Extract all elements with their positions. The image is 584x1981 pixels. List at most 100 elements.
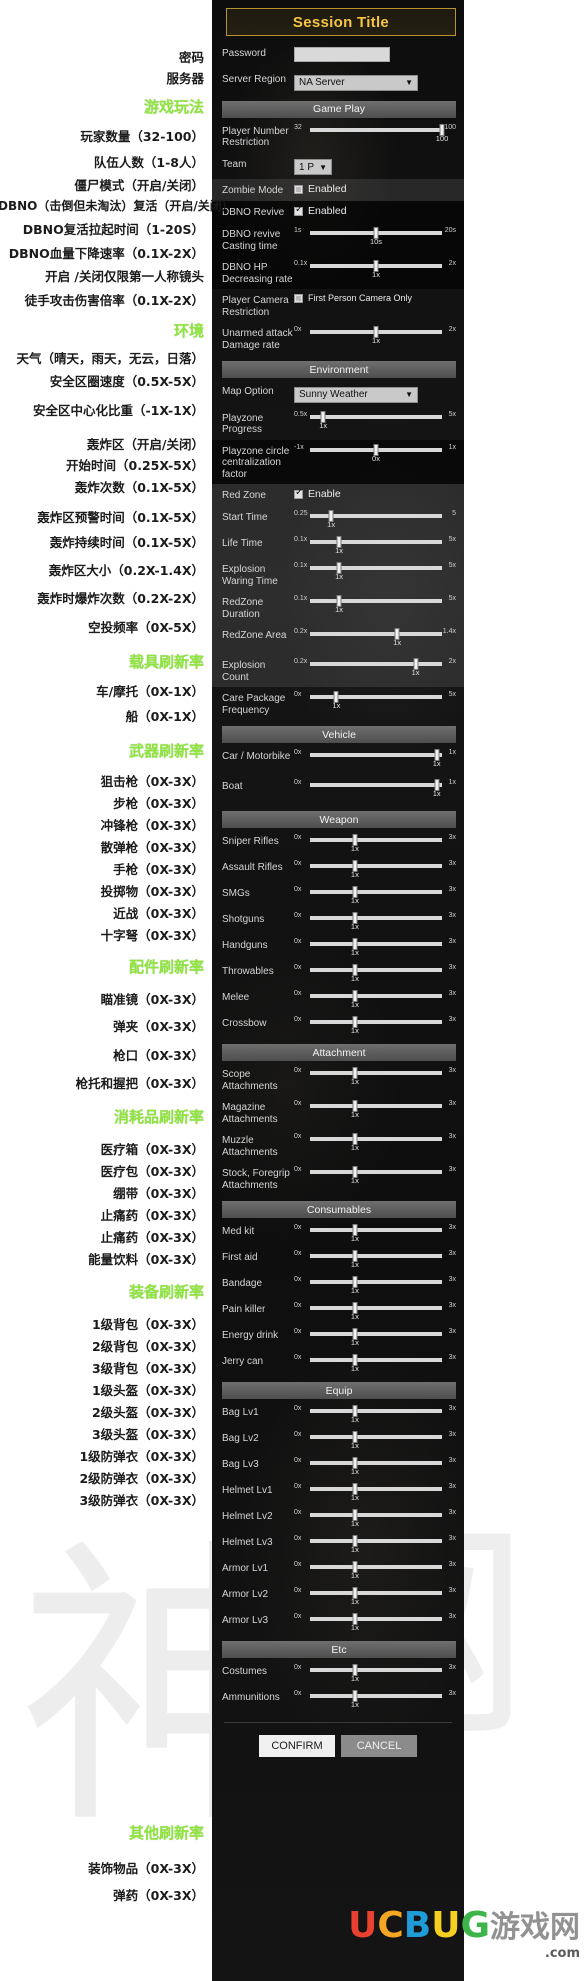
slider[interactable]: 0x 3x 1x [294, 1509, 456, 1528]
slider[interactable]: 0x 1x 1x [294, 779, 456, 801]
cancel-button[interactable]: CANCEL [341, 1735, 417, 1757]
checkbox-unchecked-icon[interactable] [294, 184, 303, 194]
slider[interactable]: 0x 3x 1x [294, 1535, 456, 1554]
slider[interactable]: 0x 3x 1x [294, 1457, 456, 1476]
slider-track[interactable] [310, 1071, 442, 1075]
slider-track[interactable] [310, 994, 442, 998]
slider-track[interactable] [310, 540, 442, 544]
slider[interactable]: 0x 3x 1x [294, 938, 456, 957]
checkbox-unchecked-icon[interactable] [294, 293, 303, 303]
slider-track[interactable] [310, 968, 442, 972]
slider-track[interactable] [310, 1332, 442, 1336]
server-region-dropdown[interactable]: NA Server ▼ [294, 74, 418, 91]
checkbox-row[interactable]: Enabled [294, 204, 456, 217]
slider-track[interactable] [310, 1409, 442, 1413]
slider[interactable]: 0.2x 2x 1x [294, 658, 456, 677]
slider-track[interactable] [310, 599, 442, 603]
slider-track[interactable] [310, 1280, 442, 1284]
slider-track[interactable] [310, 662, 442, 666]
slider-track[interactable] [310, 1170, 442, 1174]
checkbox-checked-icon[interactable] [294, 204, 303, 216]
slider[interactable]: 0x 5x 1x [294, 691, 456, 713]
slider[interactable]: 0x 3x 1x [294, 1250, 456, 1269]
slider[interactable]: 0x 3x 1x [294, 1100, 456, 1122]
confirm-button[interactable]: CONFIRM [259, 1735, 335, 1757]
slider[interactable]: 0x 3x 1x [294, 1302, 456, 1321]
slider-track[interactable] [310, 942, 442, 946]
slider[interactable]: 0x 3x 1x [294, 834, 456, 853]
checkbox-row[interactable]: First Person Camera Only [294, 293, 456, 303]
slider[interactable]: 0.25 5 1x [294, 510, 456, 529]
slider[interactable]: 0x 3x 1x [294, 860, 456, 879]
slider[interactable]: 0x 3x 1x [294, 1587, 456, 1606]
slider[interactable]: 0.1x 5x 1x [294, 562, 456, 584]
slider-track[interactable] [310, 783, 442, 787]
slider[interactable]: 0.5x 5x 1x [294, 410, 456, 433]
slider-track[interactable] [310, 1461, 442, 1465]
slider-track[interactable] [310, 1487, 442, 1491]
slider[interactable]: 0x 3x 1x [294, 1431, 456, 1450]
slider-track[interactable] [310, 753, 442, 757]
slider-track[interactable] [310, 566, 442, 570]
slider[interactable]: 0x 3x 1x [294, 1483, 456, 1502]
slider[interactable]: 0.1x 5x 1x [294, 536, 456, 555]
slider-track[interactable] [310, 1104, 442, 1108]
session-title-bar[interactable]: Session Title [226, 8, 456, 36]
password-input[interactable] [294, 47, 390, 62]
slider-track[interactable] [310, 838, 442, 842]
slider[interactable]: 0x 3x 1x [294, 1354, 456, 1373]
slider-track[interactable] [310, 1020, 442, 1024]
slider-track[interactable] [310, 127, 442, 132]
slider[interactable]: 0x 3x 1x [294, 1405, 456, 1424]
slider[interactable]: 0x 3x 1x [294, 1133, 456, 1155]
dropdown[interactable]: Sunny Weather ▼ [294, 386, 418, 403]
slider[interactable]: 0x 3x 1x [294, 1664, 456, 1683]
dropdown[interactable]: 1 P ▼ [294, 159, 332, 175]
slider-track[interactable] [310, 414, 442, 419]
slider-track[interactable] [310, 1228, 442, 1232]
slider[interactable]: 0x 3x 1x [294, 1224, 456, 1243]
checkbox-checked-icon[interactable] [294, 487, 303, 499]
slider-track[interactable] [310, 916, 442, 920]
slider[interactable]: 0x 3x 1x [294, 1016, 456, 1035]
slider[interactable]: 0x 3x 1x [294, 912, 456, 931]
slider-track[interactable] [310, 1694, 442, 1698]
slider[interactable]: 0x 3x 1x [294, 1067, 456, 1089]
slider[interactable]: 0x 3x 1x [294, 1166, 456, 1188]
slider-track[interactable] [310, 1668, 442, 1672]
slider[interactable]: 0x 1x 1x [294, 749, 456, 771]
slider-track[interactable] [310, 1513, 442, 1517]
slider-track[interactable] [310, 695, 442, 699]
slider[interactable]: 0x 3x 1x [294, 990, 456, 1009]
slider-track[interactable] [310, 1565, 442, 1569]
checkbox-row[interactable]: Enabled [294, 183, 456, 195]
checkbox-row[interactable]: Enable [294, 487, 456, 500]
slider-track[interactable] [310, 1358, 442, 1362]
slider[interactable]: 0x 3x 1x [294, 1690, 456, 1709]
slider-track[interactable] [310, 1306, 442, 1310]
slider[interactable]: 0x 3x 1x [294, 1276, 456, 1295]
slider-track[interactable] [310, 1617, 442, 1621]
slider-track[interactable] [310, 1539, 442, 1543]
slider[interactable]: 0.1x 2x 1x [294, 260, 456, 282]
slider[interactable]: 1s 20s 10s [294, 227, 456, 249]
slider[interactable]: 32 100 100 [294, 123, 456, 146]
slider-track[interactable] [310, 1137, 442, 1141]
slider[interactable]: 0x 3x 1x [294, 964, 456, 983]
slider-track[interactable] [310, 864, 442, 868]
slider-track[interactable] [310, 890, 442, 894]
chevron-down-icon: ▼ [319, 162, 327, 172]
slider-track[interactable] [310, 1591, 442, 1595]
slider[interactable]: 0.2x 1.4x 1x [294, 628, 456, 650]
slider[interactable]: 0x 3x 1x [294, 1561, 456, 1580]
slider[interactable]: 0x 3x 1x [294, 1328, 456, 1347]
slider-track[interactable] [310, 632, 442, 636]
slider-track[interactable] [310, 1254, 442, 1258]
slider[interactable]: -1x 1x 0x [294, 443, 456, 466]
slider[interactable]: 0x 2x 1x [294, 326, 456, 348]
setting-row: RedZone Duration 0.1x 5x 1x [212, 591, 464, 624]
slider[interactable]: 0.1x 5x 1x [294, 595, 456, 617]
slider[interactable]: 0x 3x 1x [294, 886, 456, 905]
slider[interactable]: 0x 3x 1x [294, 1613, 456, 1632]
slider-track[interactable] [310, 1435, 442, 1439]
